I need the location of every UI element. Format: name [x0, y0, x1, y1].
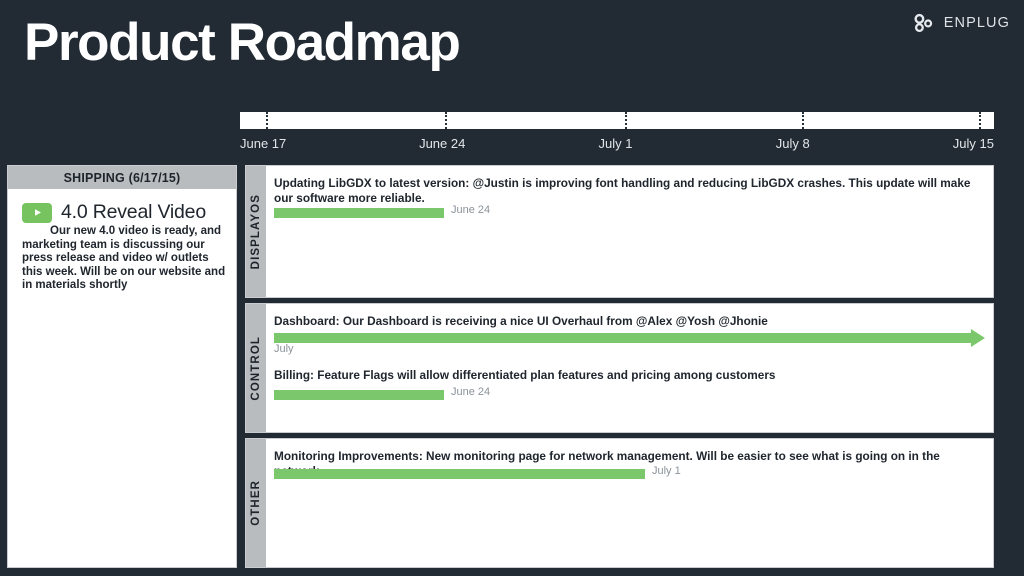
shipping-body: 4.0 Reveal Video Our new 4.0 video is re… — [8, 189, 236, 293]
swimlane-label: CONTROL — [246, 304, 266, 432]
task-description: Feature Flags will allow differentiated … — [313, 368, 776, 382]
task-lead: Billing: — [274, 368, 314, 382]
task-title: Billing: Feature Flags will allow differ… — [274, 368, 974, 383]
page-title: Product Roadmap — [24, 13, 461, 72]
timeline-tick — [978, 112, 981, 129]
task-lead: Monitoring Improvements: — [274, 449, 423, 463]
timeline-tick-label: July 15 — [952, 136, 994, 151]
timeline-tick — [801, 112, 804, 129]
task-progress-bar — [274, 390, 444, 400]
timeline-tick-label: June 24 — [419, 136, 466, 151]
swimlane-label-text: CONTROL — [250, 335, 262, 401]
task-bar-date: June 24 — [451, 204, 491, 216]
timeline-tick — [266, 112, 268, 129]
swimlane-label-text: OTHER — [250, 480, 262, 526]
timeline-tick — [445, 112, 448, 129]
shipping-header: SHIPPING (6/17/15) — [8, 166, 236, 189]
shipping-item-title: 4.0 Reveal Video — [61, 201, 206, 223]
task-progress-bar — [274, 333, 971, 343]
timeline-bar — [240, 112, 994, 129]
task-lead: Dashboard: — [274, 314, 340, 328]
task-description: Our Dashboard is receiving a nice UI Ove… — [339, 314, 768, 328]
timeline-tick-label: June 17 — [240, 136, 287, 151]
task-progress-bar — [274, 208, 444, 218]
task-progress-bar — [274, 469, 645, 479]
swimlane-label: OTHER — [246, 439, 266, 567]
timeline-tick — [624, 112, 627, 129]
task-bar-arrow-icon — [971, 329, 985, 347]
shipping-item-description: Our new 4.0 video is ready, and marketin… — [22, 225, 226, 291]
swimlane-control: CONTROL Dashboard: Our Dashboard is recei… — [245, 303, 994, 433]
swimlane-displayos: DISPLAYOS Updating LibGDX to latest versi… — [245, 165, 994, 298]
task-title: Dashboard: Our Dashboard is receiving a … — [274, 314, 974, 329]
timeline-tick-label: July 1 — [598, 136, 633, 151]
task-lead: Updating LibGDX to latest version: — [274, 176, 470, 190]
task-bar-date: June 24 — [451, 386, 491, 398]
swimlane-label: DISPLAYOS — [246, 166, 266, 297]
task-bar-date: July 1 — [652, 465, 681, 477]
roadmap-slide: Product Roadmap ENPLUG June 17 June 24 Jul… — [0, 0, 1024, 576]
task-bar-date: July — [274, 343, 294, 355]
swimlane-body: Monitoring Improvements: New monitoring … — [266, 439, 993, 567]
swimlane-body: Dashboard: Our Dashboard is receiving a … — [266, 304, 993, 432]
swimlane-other: OTHER Monitoring Improvements: New monito… — [245, 438, 994, 568]
shipping-panel: SHIPPING (6/17/15) 4.0 Reveal Video Our … — [7, 165, 237, 568]
swimlane-label-text: DISPLAYOS — [250, 193, 262, 270]
brand-name: ENPLUG — [943, 15, 1010, 31]
timeline: June 17 June 24 July 1 July 8 July 15 — [240, 112, 994, 160]
enplug-logo-icon — [913, 12, 935, 34]
timeline-tick-label: July 8 — [775, 136, 810, 151]
shipping-item[interactable]: 4.0 Reveal Video — [22, 201, 228, 224]
brand-lockup: ENPLUG — [913, 12, 1010, 34]
play-button-icon[interactable] — [22, 202, 52, 223]
task-title: Updating LibGDX to latest version: @Just… — [274, 176, 974, 206]
swimlane-body: Updating LibGDX to latest version: @Just… — [266, 166, 993, 297]
